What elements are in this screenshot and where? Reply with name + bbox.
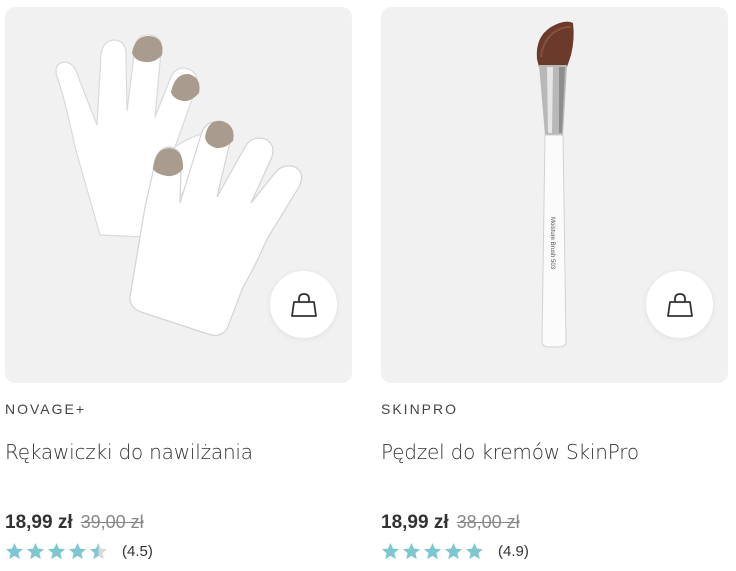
rating-stars <box>5 542 108 561</box>
star-icon <box>89 542 108 560</box>
star-icon <box>68 542 87 560</box>
brush-label-text: Moisture Brush 503 <box>549 217 555 270</box>
rating-row[interactable]: (4.5) <box>5 542 153 561</box>
product-brand: NOVAGE+ <box>5 401 87 417</box>
old-price: 38,00 zł <box>456 512 520 532</box>
add-to-bag-button[interactable] <box>646 271 713 338</box>
star-icon <box>5 542 24 560</box>
star-icon <box>444 542 463 560</box>
star-icon <box>47 542 66 560</box>
product-brand: SKINPRO <box>381 401 459 417</box>
shopping-bag-icon <box>290 292 317 317</box>
rating-value: (4.5) <box>122 543 153 560</box>
star-icon <box>423 542 442 560</box>
current-price: 18,99 zł <box>381 512 449 533</box>
rating-stars <box>381 542 484 561</box>
shopping-bag-icon <box>666 292 693 317</box>
star-icon <box>402 542 421 560</box>
rating-value: (4.9) <box>498 543 529 560</box>
product-name-link[interactable]: Pędzel do kremów SkinPro <box>381 440 639 464</box>
star-icon <box>26 542 45 560</box>
product-image-container[interactable] <box>5 7 352 383</box>
rating-row[interactable]: (4.9) <box>381 542 529 561</box>
product-image-container[interactable]: Moisture Brush 503 <box>381 7 728 383</box>
product-name-link[interactable]: Rękawiczki do nawilżania <box>5 440 253 464</box>
price-row: 18,99 zł 38,00 zł <box>381 512 520 534</box>
current-price: 18,99 zł <box>5 512 73 533</box>
product-card[interactable]: Moisture Brush 503 SKINPRO Pędzel do kre… <box>381 0 728 571</box>
product-name[interactable]: Pędzel do kremów SkinPro <box>381 440 639 464</box>
price-row: 18,99 zł 39,00 zł <box>5 512 144 534</box>
product-name[interactable]: Rękawiczki do nawilżania <box>5 440 253 464</box>
add-to-bag-button[interactable] <box>270 271 337 338</box>
product-card[interactable]: NOVAGE+ Rękawiczki do nawilżania 18,99 z… <box>5 0 352 571</box>
star-icon <box>465 542 484 560</box>
old-price: 39,00 zł <box>80 512 144 532</box>
star-icon <box>381 542 400 560</box>
